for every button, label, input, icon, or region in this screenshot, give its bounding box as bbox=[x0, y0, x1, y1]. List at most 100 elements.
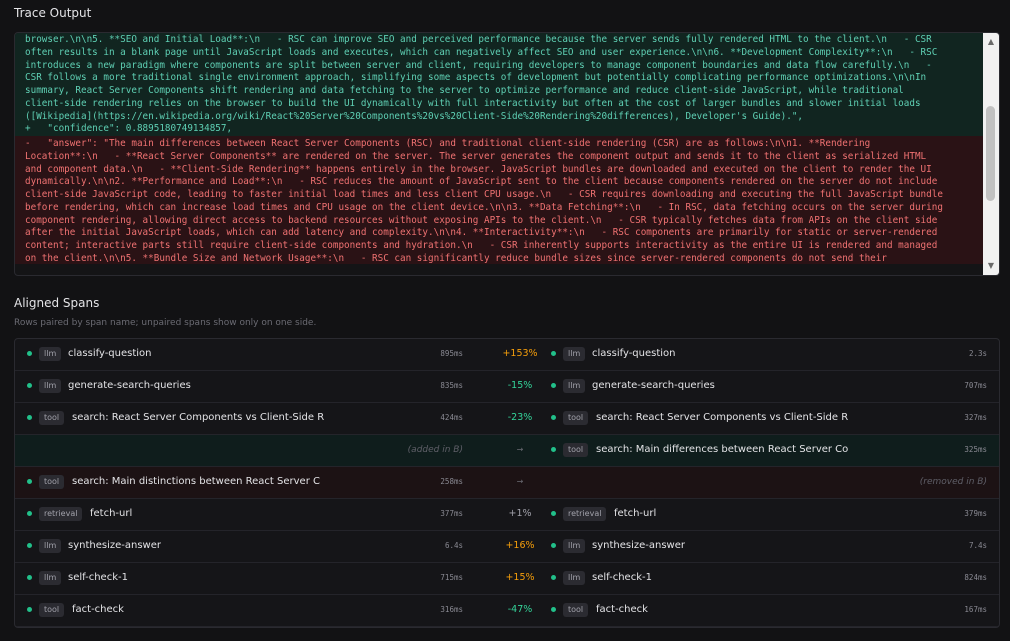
span-type-badge: llm bbox=[563, 539, 586, 553]
trace-b-span-duration: 327ms bbox=[964, 413, 987, 422]
duration-delta: -23% bbox=[507, 412, 533, 423]
span-row[interactable]: tool fact-check 316ms -47% tool fact-check 167… bbox=[15, 595, 999, 627]
unpaired-note: (removed in B) bbox=[919, 477, 987, 487]
trace-a-span-name[interactable]: fact-check bbox=[72, 604, 124, 615]
trace-a-span-name[interactable]: search: Main distinctions between React … bbox=[72, 476, 320, 487]
status-dot-icon bbox=[551, 543, 556, 548]
span-type-badge: retrieval bbox=[39, 507, 83, 521]
aligned-spans-table: llm classify-question 895ms +153% llm classif… bbox=[14, 338, 1000, 628]
span-row[interactable]: llm classify-question 895ms +153% llm classif… bbox=[15, 339, 999, 371]
status-dot-icon bbox=[551, 351, 556, 356]
status-dot-icon bbox=[551, 575, 556, 580]
trace-line: on the client.\n\n5. **Bundle Size and N… bbox=[25, 252, 887, 264]
scrollbar-thumb[interactable] bbox=[986, 106, 995, 201]
trace-b-span-name[interactable]: search: React Server Components vs Clien… bbox=[596, 412, 848, 423]
trace-a-span-duration: 316ms bbox=[440, 605, 463, 614]
trace-line: component rendering, allowing direct acc… bbox=[25, 214, 938, 226]
trace-output-scrollbar[interactable]: ▲ ▼ bbox=[983, 33, 999, 275]
status-dot-icon bbox=[27, 479, 32, 484]
trace-b-span-name[interactable]: synthesize-answer bbox=[592, 540, 685, 551]
trace-line: content; interactive parts still require… bbox=[25, 240, 938, 251]
span-type-badge: llm bbox=[563, 347, 586, 361]
status-dot-icon bbox=[27, 383, 32, 388]
trace-line: dynamically.\n\n2. **Performance and Loa… bbox=[25, 176, 938, 188]
span-type-badge: llm bbox=[39, 539, 62, 553]
duration-delta: +1% bbox=[508, 508, 532, 519]
trace-b-span-name[interactable]: fetch-url bbox=[614, 508, 656, 519]
trace-line: and component data.\n - **Client-Side Re… bbox=[25, 163, 932, 175]
trace-line: client-side JavaScript code, leading to … bbox=[25, 189, 943, 200]
span-type-badge: tool bbox=[39, 411, 65, 425]
trace-line: client-side rendering relies on the brow… bbox=[25, 97, 921, 109]
span-row[interactable]: tool search: React Server Components vs C… bbox=[15, 403, 999, 435]
trace-b-span-duration: 7.4s bbox=[968, 541, 987, 550]
trace-a-span-duration: 895ms bbox=[440, 349, 463, 358]
trace-b-span-duration: 325ms bbox=[964, 445, 987, 454]
trace-line: before rendering, which can increase loa… bbox=[25, 201, 943, 213]
trace-a-span-duration: 835ms bbox=[440, 381, 463, 390]
status-dot-icon bbox=[551, 607, 556, 612]
span-type-badge: llm bbox=[563, 571, 586, 585]
status-dot-icon bbox=[551, 415, 556, 420]
diff-removed-block: - "answer": "The main differences betwee… bbox=[15, 136, 983, 264]
status-dot-icon bbox=[551, 447, 556, 452]
trace-a-span-name[interactable]: generate-search-queries bbox=[68, 380, 191, 391]
status-dot-icon bbox=[551, 383, 556, 388]
span-type-badge: llm bbox=[563, 379, 586, 393]
trace-a-span-name[interactable]: fetch-url bbox=[90, 508, 132, 519]
span-row[interactable]: llm synthesize-answer 6.4s +16% llm synthesiz… bbox=[15, 531, 999, 563]
trace-a-span-name[interactable]: synthesize-answer bbox=[68, 540, 161, 551]
trace-b-span-name[interactable]: fact-check bbox=[596, 604, 648, 615]
diff-added-block: browser.\n\n5. **SEO and Initial Load**:… bbox=[15, 33, 983, 136]
trace-a-span-duration: 258ms bbox=[440, 477, 463, 486]
span-type-badge: llm bbox=[39, 347, 62, 361]
span-type-badge: tool bbox=[39, 603, 65, 617]
duration-delta: -47% bbox=[507, 604, 533, 615]
trace-b-span-duration: 824ms bbox=[964, 573, 987, 582]
span-row[interactable]: llm self-check-1 715ms +15% llm self-check-1 8… bbox=[15, 563, 999, 595]
span-row[interactable]: (added in B) → tool search: Main difference… bbox=[15, 435, 999, 467]
trace-b-span-duration: 379ms bbox=[964, 509, 987, 518]
span-type-badge: tool bbox=[39, 475, 65, 489]
span-type-badge: tool bbox=[563, 443, 589, 457]
trace-line: summary, React Server Components shift r… bbox=[25, 85, 904, 96]
span-row[interactable]: llm generate-search-queries 835ms -15% llm ge… bbox=[15, 371, 999, 403]
duration-delta: → bbox=[516, 477, 524, 486]
span-type-badge: retrieval bbox=[563, 507, 607, 521]
status-dot-icon bbox=[27, 543, 32, 548]
span-type-badge: tool bbox=[563, 411, 589, 425]
trace-b-span-duration: 707ms bbox=[964, 381, 987, 390]
scroll-up-arrow-icon[interactable]: ▲ bbox=[983, 35, 999, 49]
trace-b-span-name[interactable]: search: Main differences between React S… bbox=[596, 444, 848, 455]
status-dot-icon bbox=[27, 607, 32, 612]
duration-delta: +16% bbox=[505, 540, 535, 551]
duration-delta: -15% bbox=[507, 380, 533, 391]
span-row[interactable]: tool search: Main distinctions between Re… bbox=[15, 467, 999, 499]
span-row[interactable]: retrieval fetch-url 377ms +1% retrieval fetch… bbox=[15, 499, 999, 531]
trace-a-span-name[interactable]: self-check-1 bbox=[68, 572, 128, 583]
duration-delta: +15% bbox=[505, 572, 535, 583]
span-type-badge: llm bbox=[39, 571, 62, 585]
unpaired-note: (added in B) bbox=[407, 445, 463, 455]
aligned-spans-title: Aligned Spans bbox=[14, 296, 100, 310]
trace-b-span-name[interactable]: self-check-1 bbox=[592, 572, 652, 583]
span-type-badge: tool bbox=[563, 603, 589, 617]
span-type-badge: llm bbox=[39, 379, 62, 393]
status-dot-icon bbox=[27, 511, 32, 516]
trace-b-span-name[interactable]: classify-question bbox=[592, 348, 676, 359]
trace-a-span-name[interactable]: classify-question bbox=[68, 348, 152, 359]
trace-b-span-duration: 2.3s bbox=[968, 349, 987, 358]
trace-a-span-duration: 715ms bbox=[440, 573, 463, 582]
trace-b-span-name[interactable]: generate-search-queries bbox=[592, 380, 715, 391]
trace-output-panel[interactable]: browser.\n\n5. **SEO and Initial Load**:… bbox=[14, 32, 1000, 276]
trace-line: + "confidence": 0.8895180749134857, bbox=[25, 123, 233, 135]
trace-line: browser.\n\n5. **SEO and Initial Load**:… bbox=[25, 34, 932, 45]
trace-a-span-name[interactable]: search: React Server Components vs Clien… bbox=[72, 412, 324, 423]
trace-output-title: Trace Output bbox=[14, 6, 92, 20]
scroll-down-arrow-icon[interactable]: ▼ bbox=[983, 259, 999, 273]
trace-a-span-duration: 424ms bbox=[440, 413, 463, 422]
trace-output-text: browser.\n\n5. **SEO and Initial Load**:… bbox=[15, 33, 983, 275]
duration-delta: +153% bbox=[502, 348, 538, 359]
aligned-spans-subtitle: Rows paired by span name; unpaired spans… bbox=[14, 318, 317, 328]
status-dot-icon bbox=[27, 415, 32, 420]
